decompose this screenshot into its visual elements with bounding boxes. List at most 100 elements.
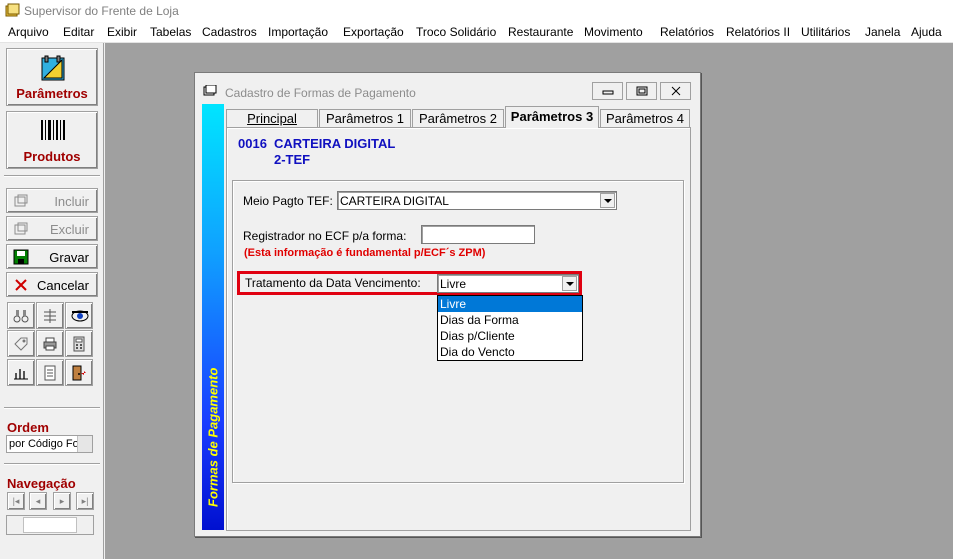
menu-bar: Arquivo Editar Exibir Tabelas Cadastros … (0, 22, 953, 43)
barcode-icon (41, 120, 65, 140)
option-livre[interactable]: Livre (438, 296, 582, 312)
record-type: 2-TEF (274, 152, 311, 167)
vertical-banner: Formas de Pagamento (202, 104, 224, 530)
separator (4, 407, 100, 409)
filter-button[interactable] (36, 302, 64, 329)
exit-button[interactable] (65, 359, 93, 386)
option-dias-da-forma[interactable]: Dias da Forma (438, 312, 582, 328)
tab-principal-label: Principal (247, 111, 297, 126)
nav-next-button[interactable]: ▸ (53, 492, 71, 510)
registrador-input[interactable] (421, 225, 535, 244)
nav-prior-button[interactable]: ◂ (29, 492, 47, 510)
left-toolbar: Parâmetros Produtos Incluir Excluir Grav… (0, 43, 104, 559)
tab-parametros-3-label: Parâmetros 3 (510, 109, 594, 124)
menu-relatorios[interactable]: Relatórios (660, 25, 714, 39)
meio-pagto-label: Meio Pagto TEF: (243, 194, 333, 208)
parametros-icon (41, 55, 65, 81)
menu-exportacao[interactable]: Exportação (343, 25, 404, 39)
search-button[interactable] (7, 302, 35, 329)
menu-restaurante[interactable]: Restaurante (508, 25, 573, 39)
incluir-button[interactable]: Incluir (6, 188, 98, 213)
tratamento-dropdown-list: Livre Dias da Forma Dias p/Cliente Dia d… (437, 295, 583, 361)
excluir-label: Excluir (49, 222, 89, 237)
gravar-button[interactable]: Gravar (6, 244, 98, 269)
app-titlebar: Supervisor do Frente de Loja (0, 0, 953, 22)
tab-parametros-3[interactable]: Parâmetros 3 (505, 106, 599, 128)
option-dias-p-cliente[interactable]: Dias p/Cliente (438, 328, 582, 344)
parametros-button[interactable]: Parâmetros (6, 48, 98, 106)
option-dia-do-vencto[interactable]: Dia do Vencto (438, 344, 582, 360)
calculator-icon (73, 336, 85, 352)
separator (4, 463, 100, 465)
chevron-down-icon[interactable] (600, 193, 615, 208)
minimize-icon (602, 90, 614, 95)
app-icon (5, 3, 20, 17)
print-button[interactable] (36, 330, 64, 357)
nav-last-button[interactable]: ▸| (76, 492, 94, 510)
tag-icon (14, 337, 28, 351)
delete-record-icon (14, 222, 28, 235)
save-icon (13, 249, 29, 265)
separator (4, 175, 100, 177)
report-button[interactable] (36, 359, 64, 386)
window-app-icon (203, 85, 217, 96)
menu-relatorios-ii[interactable]: Relatórios II (726, 25, 790, 39)
ordem-select[interactable]: por Código Fo (6, 435, 93, 453)
tab-parametros-1-label: Parâmetros 1 (325, 111, 405, 126)
tab-principal[interactable]: Principal (226, 109, 318, 128)
tratamento-select[interactable]: Livre (437, 274, 579, 293)
printer-icon (43, 337, 57, 351)
meio-pagto-select[interactable]: CARTEIRA DIGITAL (337, 191, 617, 210)
tab-parametros-2[interactable]: Parâmetros 2 (412, 109, 504, 128)
close-button[interactable] (660, 82, 691, 100)
add-record-icon (14, 194, 28, 207)
menu-troco-solidario[interactable]: Troco Solidário (416, 25, 496, 39)
view-button[interactable] (65, 302, 93, 329)
tratamento-label: Tratamento da Data Vencimento: (245, 276, 421, 290)
menu-importacao[interactable]: Importação (268, 25, 328, 39)
menu-ajuda[interactable]: Ajuda (911, 25, 942, 39)
record-name: CARTEIRA DIGITAL (274, 136, 396, 151)
nav-first-button[interactable]: |◂ (7, 492, 25, 510)
menu-utilitarios[interactable]: Utilitários (801, 25, 850, 39)
tab-parametros-4[interactable]: Parâmetros 4 (600, 109, 690, 128)
binoculars-icon (13, 310, 29, 323)
ordem-value: por Código Fo (9, 438, 77, 450)
tab-parametros-1[interactable]: Parâmetros 1 (319, 109, 411, 128)
chart-button[interactable] (7, 359, 35, 386)
chevron-down-icon[interactable] (77, 436, 92, 452)
menu-editar[interactable]: Editar (63, 25, 94, 39)
parametros-label: Parâmetros (16, 86, 88, 101)
tag-button[interactable] (7, 330, 35, 357)
filter-icon (44, 309, 56, 323)
menu-tabelas[interactable]: Tabelas (150, 25, 191, 39)
produtos-label: Produtos (23, 149, 81, 164)
tab-parametros-4-label: Parâmetros 4 (605, 111, 685, 126)
tab-parametros-2-label: Parâmetros 2 (418, 111, 498, 126)
gravar-label: Gravar (49, 250, 89, 265)
window-title: Cadastro de Formas de Pagamento (225, 86, 416, 100)
bar-chart-icon (14, 369, 28, 380)
produtos-button[interactable]: Produtos (6, 111, 98, 169)
menu-cadastros[interactable]: Cadastros (202, 25, 257, 39)
menu-janela[interactable]: Janela (865, 25, 900, 39)
navegacao-label: Navegação (7, 476, 76, 491)
minimize-button[interactable] (592, 82, 623, 100)
menu-exibir[interactable]: Exibir (107, 25, 137, 39)
meio-pagto-value: CARTEIRA DIGITAL (340, 194, 449, 208)
navigation-scrollbar[interactable] (6, 515, 94, 535)
calculator-button[interactable] (65, 330, 93, 357)
cancelar-button[interactable]: Cancelar (6, 272, 98, 297)
chevron-down-icon[interactable] (562, 276, 577, 291)
close-icon (671, 86, 681, 96)
warning-text: (Esta informação é fundamental p/ECF´s Z… (244, 247, 486, 259)
scrollbar-thumb[interactable] (23, 517, 77, 533)
restore-icon (636, 86, 648, 96)
exit-door-icon (72, 365, 86, 381)
cancelar-label: Cancelar (36, 278, 89, 293)
eye-icon (71, 310, 89, 322)
menu-movimento[interactable]: Movimento (584, 25, 643, 39)
excluir-button[interactable]: Excluir (6, 216, 98, 241)
menu-arquivo[interactable]: Arquivo (8, 25, 49, 39)
restore-button[interactable] (626, 82, 657, 100)
